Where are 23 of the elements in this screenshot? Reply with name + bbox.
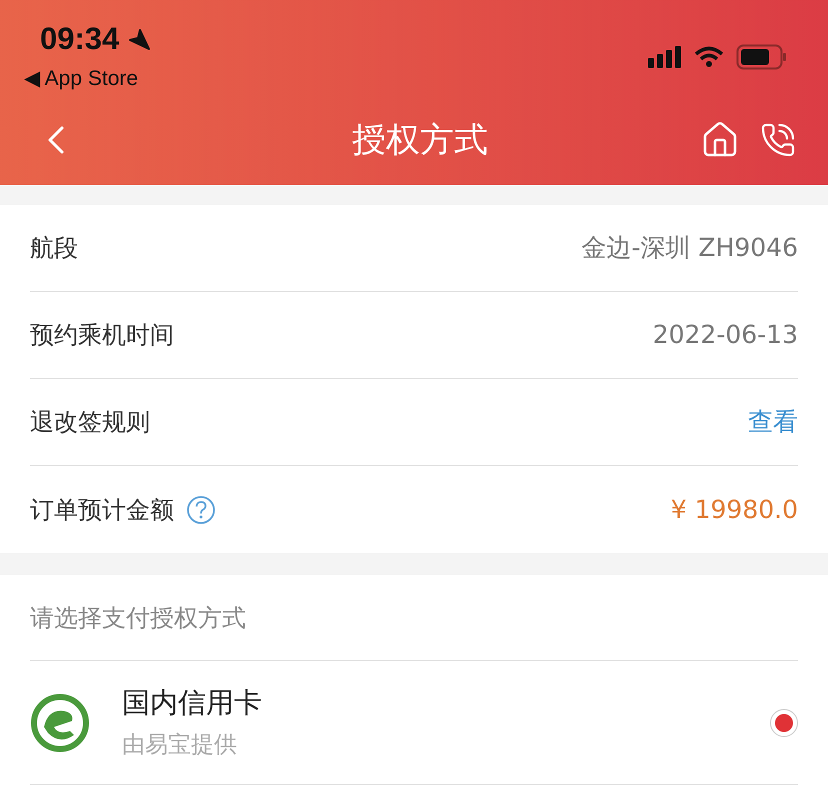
rules-link[interactable]: 查看: [748, 403, 798, 441]
signal-icon: [648, 46, 682, 68]
row-label: 航段: [30, 233, 78, 264]
provider-logo-icon: [30, 692, 90, 752]
row-label: 预约乘机时间: [30, 320, 174, 351]
row-value: 2022-06-13: [652, 319, 798, 352]
option-name: 国内信用卡: [122, 685, 262, 722]
section-heading: 请选择支付授权方式: [30, 602, 246, 634]
help-icon[interactable]: [186, 494, 216, 524]
row-label: 订单预计金额: [30, 494, 174, 526]
row-value: ¥ 19980.0: [670, 494, 798, 526]
row-label: 退改签规则: [30, 407, 150, 438]
row-value: 金边-深圳 ZH9046: [581, 232, 798, 264]
status-time: 09:34: [40, 20, 120, 58]
radio-button[interactable]: [770, 708, 798, 736]
option-provider: 由易宝提供: [122, 731, 238, 760]
location-arrow-icon: [127, 27, 152, 52]
phone-icon[interactable]: [760, 122, 796, 158]
page-title: 授权方式: [352, 118, 488, 162]
back-to-app-link[interactable]: ◀ App Store: [24, 62, 152, 94]
battery-icon: [736, 44, 788, 70]
payment-option[interactable]: 国内信用卡 由易宝提供: [30, 661, 798, 785]
wifi-icon: [694, 46, 724, 68]
